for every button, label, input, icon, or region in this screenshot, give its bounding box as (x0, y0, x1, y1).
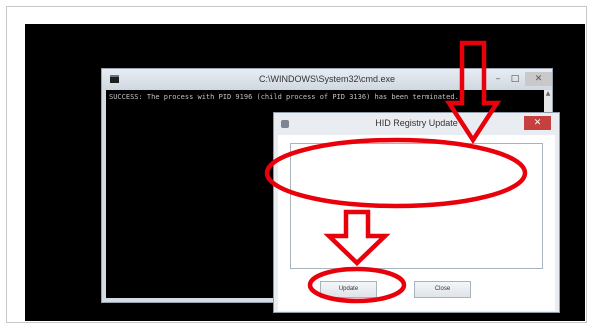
cmd-window-title: C:\WINDOWS\System32\cmd.exe (258, 74, 396, 84)
console-output-text: SUCCESS: The process with PID 9196 (chil… (109, 93, 459, 101)
update-button[interactable]: Update (320, 281, 377, 298)
dialog-title: HID Registry Update (375, 118, 458, 128)
hid-registry-update-dialog: HID Registry Update ✕ Update Close (273, 112, 560, 313)
close-dialog-button[interactable]: Close (414, 281, 471, 298)
maximize-button[interactable]: □ (507, 72, 523, 86)
dialog-content: Update Close (278, 135, 555, 311)
scroll-up-icon[interactable]: ▲ (544, 90, 552, 98)
status-text-box[interactable] (290, 143, 543, 269)
minimize-button[interactable]: – (490, 72, 506, 86)
cmd-titlebar[interactable]: C:\WINDOWS\System32\cmd.exe – □ ✕ (102, 69, 552, 90)
screenshot-frame: C:\WINDOWS\System32\cmd.exe – □ ✕ SUCCES… (6, 6, 587, 323)
desktop-background: C:\WINDOWS\System32\cmd.exe – □ ✕ SUCCES… (25, 24, 585, 321)
dialog-close-button[interactable]: ✕ (524, 116, 551, 130)
app-icon (281, 120, 289, 128)
close-button[interactable]: ✕ (525, 72, 552, 86)
